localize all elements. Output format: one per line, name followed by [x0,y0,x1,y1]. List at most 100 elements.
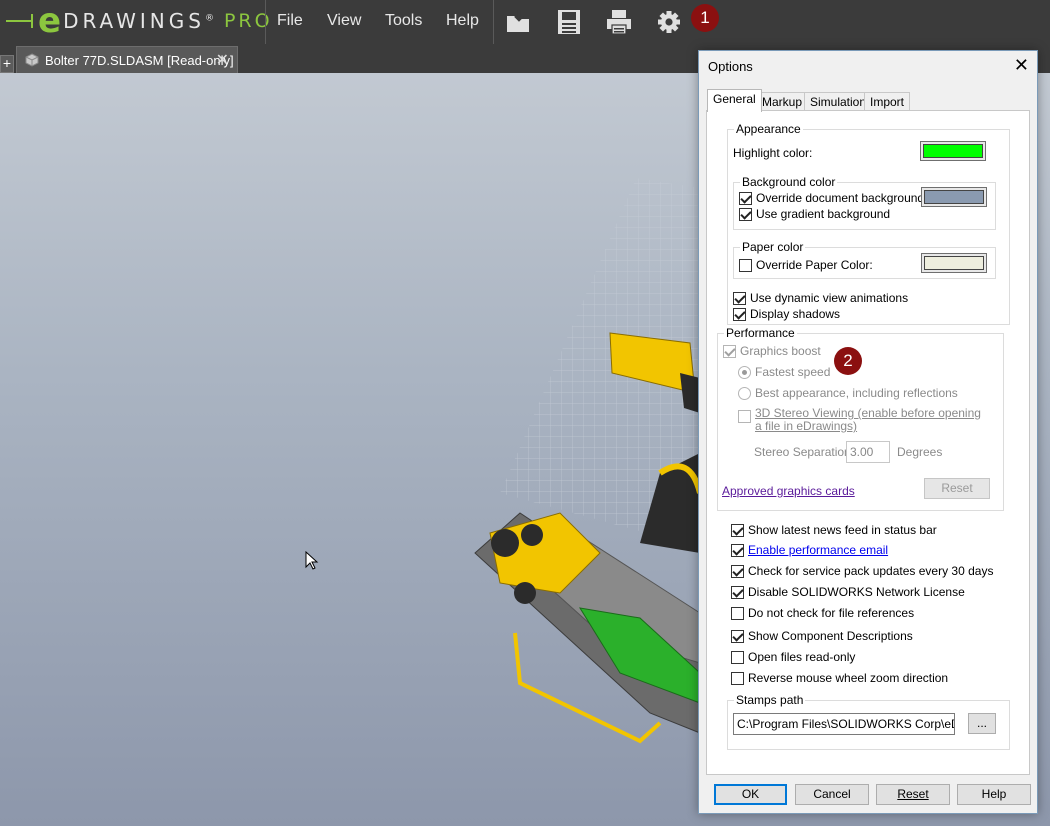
assembly-icon [25,53,39,67]
save-icon[interactable] [555,8,583,36]
performance-email-checkbox[interactable] [731,543,744,557]
override-paper-option[interactable]: Override Paper Color: [739,258,873,272]
performance-legend: Performance [724,326,797,340]
performance-email-link[interactable]: Enable performance email [748,543,888,557]
stereo-viewing-option[interactable]: 3D Stereo Viewing (enable before opening… [738,407,990,433]
dynamic-view-label: Use dynamic view animations [750,291,909,305]
cancel-button[interactable]: Cancel [795,784,869,805]
tab-simulation[interactable]: Simulation [804,92,873,112]
fastest-speed-option[interactable]: Fastest speed [738,365,830,379]
tab-general[interactable]: General [707,89,762,112]
override-background-label: Override document background: [756,191,928,205]
tab-import[interactable]: Import [864,92,911,112]
reverse-zoom-checkbox[interactable] [731,671,744,685]
override-background-option[interactable]: Override document background: [739,191,927,205]
component-descriptions-option[interactable]: Show Component Descriptions [731,629,913,643]
override-background-checkbox[interactable] [739,191,752,205]
menu-separator [265,0,266,44]
drill-bit-3 [514,582,536,604]
paper-color-group: Paper color Override Paper Color: [733,240,996,279]
logo-arrow-icon [6,14,33,28]
news-feed-option[interactable]: Show latest news feed in status bar [731,523,937,537]
file-references-checkbox[interactable] [731,606,744,620]
menu-view[interactable]: View [327,12,361,30]
logo-registered: ® [204,13,214,24]
override-paper-checkbox[interactable] [739,258,752,272]
read-only-label: Open files read-only [748,650,856,664]
performance-reset-button[interactable]: Reset [924,478,990,499]
paper-color-swatch [924,256,984,270]
drill-bit-1 [491,529,519,557]
new-tab-button[interactable]: + [0,55,14,73]
gradient-background-option[interactable]: Use gradient background [739,207,890,221]
best-appearance-radio[interactable] [738,386,751,400]
highlight-color-swatch [923,144,983,158]
graphics-boost-option[interactable]: Graphics boost [723,344,821,358]
options-dialog: Options ✕ General Markup Simulation Impo… [698,50,1038,814]
performance-group: Performance Graphics boost Fastest speed… [717,326,1004,511]
network-license-label: Disable SOLIDWORKS Network License [748,585,965,599]
help-button[interactable]: Help [957,784,1031,805]
display-shadows-checkbox[interactable] [733,307,746,321]
background-color-swatch [924,190,984,204]
menu-help[interactable]: Help [446,12,479,30]
close-tab-icon[interactable]: ✕ [216,50,229,70]
annotation-badge-1: 1 [691,4,719,32]
display-shadows-option[interactable]: Display shadows [733,307,840,321]
reverse-zoom-option[interactable]: Reverse mouse wheel zoom direction [731,671,948,685]
stamps-path-input[interactable]: C:\Program Files\SOLIDWORKS Corp\eDraw [733,713,955,735]
file-references-label: Do not check for file references [748,606,915,620]
network-license-checkbox[interactable] [731,585,744,599]
background-color-group: Background color Override document backg… [733,175,996,230]
news-feed-label: Show latest news feed in status bar [748,523,937,537]
dynamic-view-option[interactable]: Use dynamic view animations [733,291,908,305]
toolbar-separator [493,0,494,44]
news-feed-checkbox[interactable] [731,523,744,537]
document-tab-title: Bolter 77D.SLDASM [Read-only] [45,53,234,68]
performance-email-option[interactable]: Enable performance email [731,543,888,557]
file-references-option[interactable]: Do not check for file references [731,606,914,620]
stereo-viewing-checkbox[interactable] [738,410,751,423]
network-license-option[interactable]: Disable SOLIDWORKS Network License [731,585,965,599]
browse-button[interactable]: ... [968,713,996,734]
open-folder-icon[interactable] [505,8,533,36]
best-appearance-option[interactable]: Best appearance, including reflections [738,386,958,400]
logo-drawings: DRAWINGS [63,9,205,33]
service-pack-option[interactable]: Check for service pack updates every 30 … [731,564,993,578]
edrawings-logo: e DRAWINGS® PRO [6,2,273,40]
dialog-title: Options [708,59,753,74]
menu-bar: e DRAWINGS® PRO File View Tools Help 1 [0,0,1050,44]
approved-graphics-cards-link[interactable]: Approved graphics cards [722,484,855,498]
general-tab-page: Appearance Highlight color: Background c… [706,110,1030,775]
mouse-cursor-icon [305,551,319,570]
tab-markup[interactable]: Markup [756,92,809,112]
stamps-path-legend: Stamps path [734,693,806,707]
read-only-option[interactable]: Open files read-only [731,650,855,664]
component-descriptions-checkbox[interactable] [731,629,744,643]
fastest-speed-radio[interactable] [738,365,751,379]
document-tab[interactable]: Bolter 77D.SLDASM [Read-only] ✕ [16,46,238,73]
dynamic-view-checkbox[interactable] [733,291,746,305]
close-icon[interactable]: ✕ [1014,55,1029,76]
logo-text: DRAWINGS® [63,9,214,33]
menu-file[interactable]: File [277,12,303,30]
stereo-viewing-label: 3D Stereo Viewing (enable before opening… [755,406,981,433]
stereo-separation-input[interactable]: 3.00 [846,441,890,463]
paper-color-button[interactable] [921,253,987,273]
ok-button[interactable]: OK [714,784,787,805]
drill-bit-2 [521,524,543,546]
highlight-color-button[interactable] [920,141,986,161]
service-pack-checkbox[interactable] [731,564,744,578]
stereo-separation-label: Stereo Separation: [754,445,855,459]
print-icon[interactable] [605,8,633,36]
read-only-checkbox[interactable] [731,650,744,664]
menu-tools[interactable]: Tools [385,12,422,30]
stereo-separation-unit: Degrees [897,445,943,459]
background-color-button[interactable] [921,187,987,207]
gear-icon[interactable] [655,8,683,36]
reset-button[interactable]: Reset [876,784,950,805]
gradient-background-checkbox[interactable] [739,207,752,221]
background-color-legend: Background color [740,175,838,189]
override-paper-label: Override Paper Color: [756,258,873,272]
graphics-boost-checkbox[interactable] [723,344,736,358]
